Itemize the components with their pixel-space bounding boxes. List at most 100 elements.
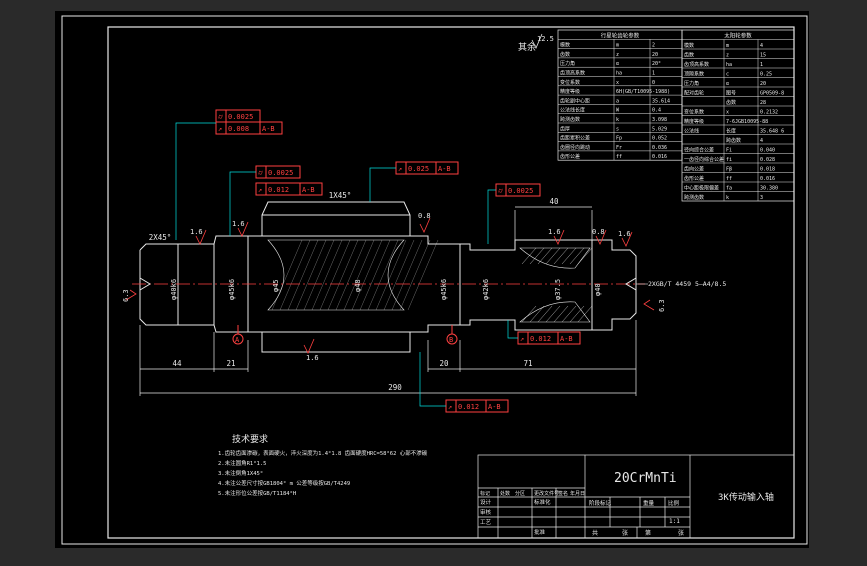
center-hole-callout: 2XGB/T 4459 5—A4/8.5 bbox=[648, 280, 726, 288]
dia-bearing-right: φ45k6 bbox=[440, 279, 448, 300]
dia-37: φ37.5 bbox=[554, 279, 562, 300]
tb-label-2: 分区 bbox=[515, 490, 525, 497]
ra-6: 1.6 bbox=[618, 230, 631, 238]
gdt1-ref: A-B bbox=[262, 125, 275, 133]
gdt2-symbol-b: ↗ bbox=[258, 186, 262, 194]
gear-table-2-cell: 35.648 6 bbox=[760, 129, 784, 135]
tb-label-0: 标记 bbox=[480, 490, 490, 497]
datum-b-label: B bbox=[449, 336, 453, 344]
gear-table-1-cell: z bbox=[616, 52, 619, 58]
gear-table-2-cell: 4 bbox=[760, 43, 763, 49]
gear-table-1-cell: 公法线长度 bbox=[560, 107, 585, 114]
gear-table-1-cell: 跨测齿数 bbox=[560, 116, 580, 123]
gear-table-1-cell: 20 bbox=[652, 52, 658, 58]
gear-table-2-cell: fi bbox=[726, 157, 732, 163]
role-standard: 标准化 bbox=[534, 498, 551, 506]
gear-table-1-title: 行星轮齿轮参数 bbox=[601, 31, 640, 39]
gear-table-1-cell: ha bbox=[616, 71, 622, 77]
gear-table-1-cell: 变位系数 bbox=[560, 79, 580, 86]
gear-table-2-cell: Fβ bbox=[726, 167, 732, 173]
gear-table-2-cell: x bbox=[726, 110, 729, 116]
tech-title: 技术要求 bbox=[232, 433, 268, 445]
dia-48: φ48 bbox=[354, 279, 362, 292]
gdt5-symbol: ↗ bbox=[520, 335, 524, 343]
gear-table-1-cell: α bbox=[616, 61, 619, 67]
gear-table-1-cell: 6H(GB/T10095-1988) bbox=[616, 89, 670, 95]
gear-table-1-cell: 精度等级 bbox=[560, 88, 580, 95]
gear-table-1-cell: 齿圈径向跳动 bbox=[560, 144, 590, 151]
gdt2-ref: A-B bbox=[302, 186, 315, 194]
gear-table-2-cell: 精度等级 bbox=[684, 118, 704, 125]
ra-1: 1.6 bbox=[190, 228, 203, 236]
tb-label-4: 签名 bbox=[558, 490, 568, 497]
dim-44: 44 bbox=[172, 359, 182, 368]
gear-table-1-cell: 35.614 bbox=[652, 98, 670, 104]
sheet-no-unit: 张 bbox=[678, 529, 684, 537]
gear-table-2-cell: Fi bbox=[726, 148, 732, 154]
gear-table-2-cell: 齿向公差 bbox=[684, 166, 704, 173]
gear-table-2-cell: 配对齿轮 bbox=[684, 90, 704, 97]
gear-table-1-cell: 20° bbox=[652, 61, 661, 67]
dia-42: φ42k6 bbox=[482, 279, 490, 300]
gear-table-1-cell: 1 bbox=[652, 71, 655, 77]
gear-table-1-cell: 齿顶高系数 bbox=[560, 70, 585, 77]
gear-table-1-cell: x bbox=[616, 80, 619, 86]
gear-table-1-cell: Fr bbox=[616, 145, 622, 151]
gear-table-1-cell: 齿形公差 bbox=[560, 153, 580, 160]
gear-table-1-cell: 0.4 bbox=[652, 108, 661, 114]
dim-21: 21 bbox=[226, 359, 235, 368]
gear-table-2-cell: 中心距极限偏差 bbox=[684, 185, 719, 192]
dim-20: 20 bbox=[439, 359, 449, 368]
gear-table-1-cell: 5.029 bbox=[652, 126, 667, 132]
gear-table-2-cell: 0.2132 bbox=[760, 110, 778, 116]
gdt3-ref: A-B bbox=[438, 165, 451, 173]
gear-table-2-cell: 一齿径向综合公差 bbox=[684, 156, 724, 163]
role-design: 设计 bbox=[480, 498, 492, 506]
gdt1-symbol-a: ⌭ bbox=[218, 113, 223, 121]
gear-table-2-cell: 15 bbox=[760, 53, 766, 59]
gear-table-1-cell: 0 bbox=[652, 80, 655, 86]
stage-label: 阶段标记 bbox=[589, 499, 612, 507]
gdt5-ref: A-B bbox=[560, 335, 573, 343]
gdt6-ref: A-B bbox=[488, 403, 501, 411]
gear-table-2-cell: m bbox=[726, 43, 729, 49]
gear-table-2-cell: 齿顶高系数 bbox=[684, 61, 709, 68]
gear-table-1-cell: 模数 bbox=[560, 42, 570, 49]
gear-table-2-cell: c bbox=[726, 72, 729, 78]
gear-table-1-cell: 0.016 bbox=[652, 154, 667, 160]
gear-table-2-cell: 30.380 bbox=[760, 186, 778, 192]
roughness-overall-value: 12.5 bbox=[537, 35, 554, 43]
scale-text: 1:1 bbox=[669, 518, 680, 525]
tech-line-2: 2.未注圆角R1°1.5 bbox=[218, 459, 267, 467]
gdt2-symbol-a: ⌭ bbox=[258, 169, 263, 177]
role-approve: 批准 bbox=[534, 528, 546, 536]
gear-table-2-cell: 齿数 bbox=[684, 52, 694, 59]
gear-table-2-cell: 径向综合公差 bbox=[684, 147, 714, 154]
gdt6-symbol: ↗ bbox=[448, 403, 452, 411]
gear-table-2-cell: z bbox=[726, 53, 729, 59]
tech-line-3: 3.未注倒角1X45° bbox=[218, 469, 263, 477]
gear-table-1-cell: 齿厚 bbox=[560, 126, 570, 132]
gdt3-symbol: ↗ bbox=[398, 165, 402, 173]
dim-71: 71 bbox=[523, 359, 532, 368]
ra-8: 6.3 bbox=[658, 299, 666, 312]
gear-table-2-title: 太阳轮参数 bbox=[724, 32, 752, 40]
cad-viewport[interactable]: φ40k6 φ45k6 φ45 φ48 φ45k6 φ42k6 φ37.5 φ4… bbox=[0, 0, 867, 562]
gear-table-2-cell: 跨测齿数 bbox=[684, 194, 704, 201]
gear-table-2-cell: 长度 bbox=[726, 128, 736, 135]
tech-line-5: 5.未注形位公差按GB/T1184°H bbox=[218, 489, 296, 497]
dim-40: 40 bbox=[549, 197, 559, 206]
gear-table-2-cell: fa bbox=[726, 186, 732, 192]
dia-45: φ45 bbox=[272, 279, 280, 292]
gear-table-1-cell: 0.052 bbox=[652, 136, 667, 142]
gear-table-2-cell: 顶隙系数 bbox=[684, 71, 704, 78]
gdt1-symbol-b: ↗ bbox=[218, 125, 222, 133]
gear-table-2-cell: 3 bbox=[760, 195, 763, 201]
gear-table-2-cell: 变位系数 bbox=[684, 109, 704, 116]
tb-label-5: 年月日 bbox=[570, 490, 585, 497]
chamfer-left: 2X45° bbox=[149, 233, 172, 242]
drawing-sheet[interactable]: φ40k6 φ45k6 φ45 φ48 φ45k6 φ42k6 φ37.5 φ4… bbox=[0, 0, 867, 562]
gear-table-1-cell: Fp bbox=[616, 136, 622, 142]
gear-table-2-cell: 图号 bbox=[726, 91, 736, 97]
gear-table-2-cell: 齿数 bbox=[726, 99, 736, 106]
